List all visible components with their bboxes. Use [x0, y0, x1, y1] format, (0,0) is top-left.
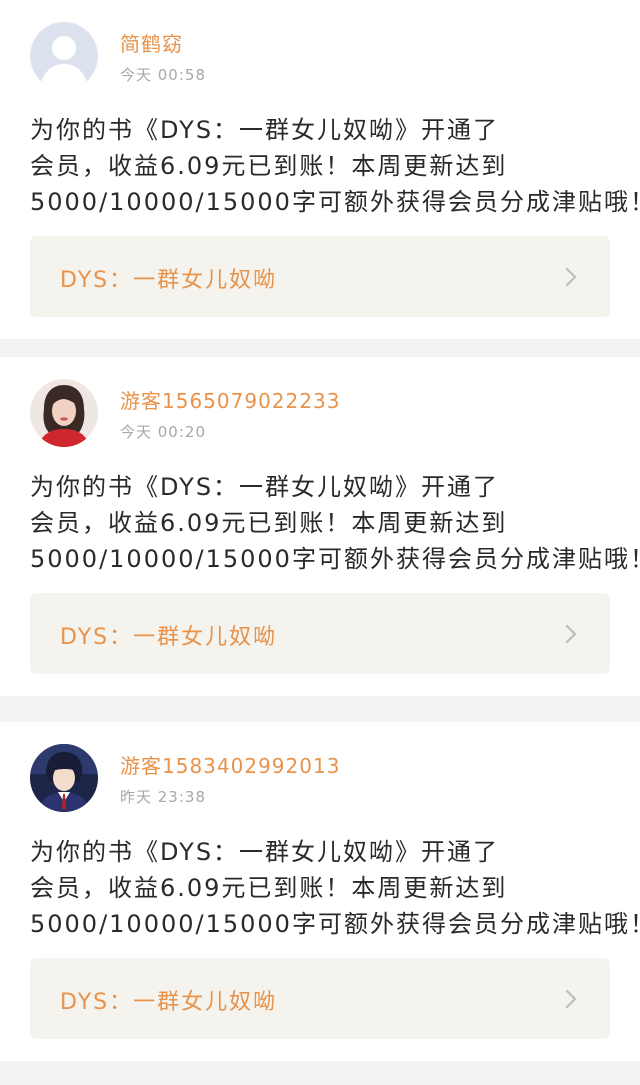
woman-photo-avatar-icon [30, 379, 98, 447]
timestamp: 昨天 23:38 [120, 788, 206, 806]
chevron-right-icon [565, 624, 577, 644]
username[interactable]: 游客1565079022233 [120, 385, 340, 414]
timestamp: 今天 00:20 [120, 423, 206, 441]
message-line: 为你的书《DYS：一群女儿奴呦》开通了 [30, 838, 500, 866]
username[interactable]: 简鹤窈 [120, 28, 183, 57]
default-avatar-icon [30, 22, 98, 90]
book-link-button[interactable]: DYS：一群女儿奴呦 [30, 593, 610, 674]
message-line: 为你的书《DYS：一群女儿奴呦》开通了 [30, 116, 500, 144]
book-title: DYS：一群女儿奴呦 [60, 268, 278, 293]
notification-card: 游客1583402992013 昨天 23:38 为你的书《DYS：一群女儿奴呦… [0, 722, 640, 1061]
chevron-right-icon [565, 989, 577, 1009]
message-line: 为你的书《DYS：一群女儿奴呦》开通了 [30, 473, 500, 501]
notification-card: 简鹤窈 今天 00:58 为你的书《DYS：一群女儿奴呦》开通了 会员，收益6.… [0, 0, 640, 339]
notification-card: 游客1565079022233 今天 00:20 为你的书《DYS：一群女儿奴呦… [0, 357, 640, 696]
message-line: 5000/10000/15000字可额外获得会员分成津贴哦！ [30, 545, 640, 573]
notification-feed: 简鹤窈 今天 00:58 为你的书《DYS：一群女儿奴呦》开通了 会员，收益6.… [0, 0, 640, 1085]
book-link-button[interactable]: DYS：一群女儿奴呦 [30, 236, 610, 317]
book-title: DYS：一群女儿奴呦 [60, 625, 278, 650]
notification-message: 为你的书《DYS：一群女儿奴呦》开通了 会员，收益6.09元已到账！本周更新达到… [30, 834, 640, 942]
book-title: DYS：一群女儿奴呦 [60, 990, 278, 1015]
message-line: 会员，收益6.09元已到账！本周更新达到 [30, 509, 508, 537]
username[interactable]: 游客1583402992013 [120, 750, 340, 779]
notification-message: 为你的书《DYS：一群女儿奴呦》开通了 会员，收益6.09元已到账！本周更新达到… [30, 112, 640, 220]
timestamp: 今天 00:58 [120, 66, 206, 84]
message-line: 会员，收益6.09元已到账！本周更新达到 [30, 152, 508, 180]
anime-character-avatar-icon [30, 744, 98, 812]
avatar[interactable] [30, 744, 98, 812]
message-line: 会员，收益6.09元已到账！本周更新达到 [30, 874, 508, 902]
chevron-right-icon [565, 267, 577, 287]
book-link-button[interactable]: DYS：一群女儿奴呦 [30, 958, 610, 1039]
message-line: 5000/10000/15000字可额外获得会员分成津贴哦！ [30, 188, 640, 216]
message-line: 5000/10000/15000字可额外获得会员分成津贴哦！ [30, 910, 640, 938]
avatar[interactable] [30, 22, 98, 90]
notification-message: 为你的书《DYS：一群女儿奴呦》开通了 会员，收益6.09元已到账！本周更新达到… [30, 469, 640, 577]
avatar[interactable] [30, 379, 98, 447]
